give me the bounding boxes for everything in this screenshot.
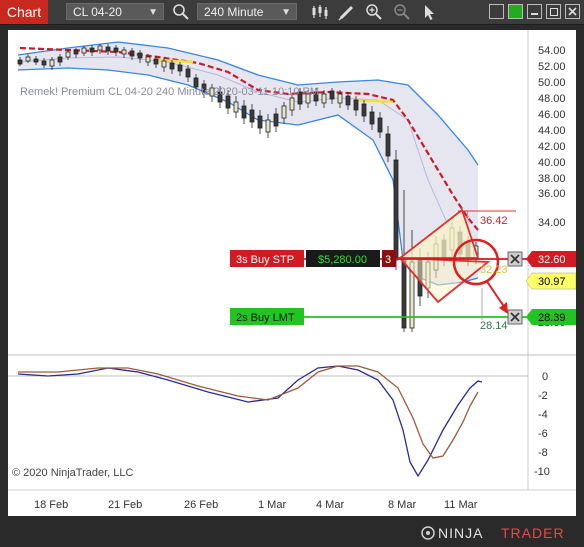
current-price-tag: 30.97 [525, 272, 577, 290]
price-tick: 40.00 [538, 157, 566, 169]
stop-price-tag: 32.60 [526, 251, 576, 267]
limit-price-tag: 28.39 [526, 309, 576, 325]
price-tick: 36.00 [538, 188, 566, 200]
zoom-in-icon[interactable] [364, 2, 384, 22]
current-price-value: 30.97 [538, 276, 566, 288]
price-tick: 52.00 [538, 61, 566, 73]
chevron-down-icon: ▼ [281, 7, 291, 18]
minimize-icon [531, 13, 538, 15]
limit-order-cancel-button[interactable] [507, 309, 523, 325]
stop-order-tag[interactable]: 3s Buy STP $5,280.00 3 [230, 250, 396, 267]
zoom-out-icon[interactable] [392, 2, 412, 22]
indicator-tick: -10 [534, 466, 550, 478]
date-tick: 8 Mar [388, 499, 416, 511]
status-bar: NINJA TRADER [0, 516, 584, 542]
indicator-tick: 0 [542, 371, 548, 383]
chart-panel[interactable]: 36.42 ↓ 32.23 28.14 3s Buy STP $5,280.00… [8, 30, 577, 516]
price-tick: 42.00 [538, 141, 566, 153]
chart-style-icon[interactable] [310, 2, 330, 22]
copyright-text: © 2020 NinjaTrader, LLC [12, 467, 133, 479]
stop-order-label: 3s Buy STP [236, 254, 294, 266]
price-tick: 54.00 [538, 45, 566, 57]
maximize-icon [550, 8, 558, 16]
close-button[interactable] [565, 4, 580, 19]
chart-info-line: Remek! Premium CL 04-20 240 Minute 2020-… [20, 86, 319, 98]
toolbar: Chart CL 04-20 ▼ 240 Minute ▼ [0, 0, 584, 25]
date-tick: 18 Feb [34, 499, 68, 511]
down-arrow-marker: ↓ [464, 206, 471, 221]
price-tick: 34.00 [538, 217, 566, 229]
mid-level-label: 32.23 [480, 264, 508, 276]
stop-order-pnl: $5,280.00 [318, 254, 367, 266]
date-tick: 1 Mar [258, 499, 286, 511]
upper-level-label: 36.42 [480, 215, 508, 227]
date-tick: 21 Feb [108, 499, 142, 511]
stop-order-cancel-button[interactable] [507, 251, 523, 267]
cursor-pointer-icon[interactable] [420, 2, 440, 22]
stop-price-value: 32.60 [538, 254, 566, 266]
price-tick: 44.00 [538, 125, 566, 137]
indicator-tick: -2 [538, 390, 548, 402]
link-color-button[interactable] [508, 4, 523, 19]
chart-canvas[interactable]: 36.42 ↓ 32.23 28.14 3s Buy STP $5,280.00… [8, 30, 577, 516]
lower-level-label: 28.14 [480, 320, 508, 332]
brand-suffix: TRADER [501, 525, 565, 541]
minimize-button[interactable] [527, 4, 542, 19]
indicator-tick: -8 [538, 447, 548, 459]
indicator-tick: -4 [538, 409, 548, 421]
maximize-button[interactable] [546, 4, 561, 19]
date-tick: 26 Feb [184, 499, 218, 511]
price-tick: 46.00 [538, 109, 566, 121]
price-tick: 48.00 [538, 93, 566, 105]
date-tick: 4 Mar [316, 499, 344, 511]
interval-value: 240 Minute [204, 5, 264, 19]
limit-order-tag[interactable]: 2s Buy LMT [230, 308, 304, 325]
brand-prefix: NINJA [438, 525, 483, 541]
chart-title-button[interactable]: Chart [0, 0, 48, 24]
chevron-down-icon: ▼ [148, 7, 158, 18]
date-tick: 11 Mar [444, 499, 478, 511]
draw-pencil-icon[interactable] [337, 2, 357, 22]
instrument-value: CL 04-20 [73, 5, 122, 19]
close-icon [568, 7, 577, 16]
brand-logo: NINJA TRADER [421, 525, 565, 541]
interval-select[interactable]: 240 Minute ▼ [197, 3, 297, 20]
instrument-select[interactable]: CL 04-20 ▼ [66, 3, 164, 20]
search-icon[interactable] [171, 2, 191, 22]
stop-order-qty: 3 [385, 254, 391, 266]
window-menu-button[interactable] [489, 4, 504, 19]
limit-price-value: 28.39 [538, 312, 566, 324]
limit-order-label: 2s Buy LMT [236, 312, 295, 324]
price-tick: 50.00 [538, 77, 566, 89]
price-tick: 38.00 [538, 173, 566, 185]
indicator-tick: -6 [538, 428, 548, 440]
